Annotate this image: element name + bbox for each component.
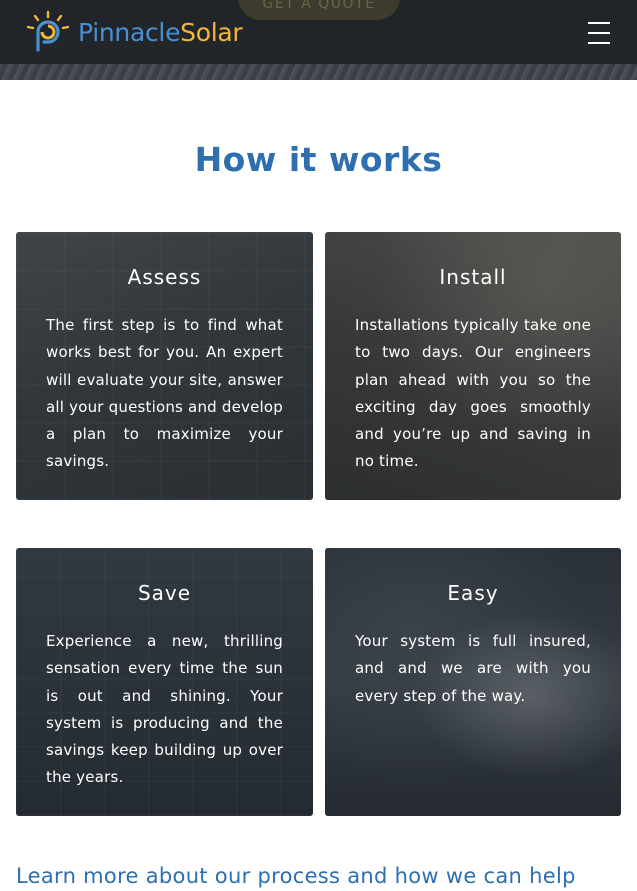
card-install: Install Installations typically take one… [325,232,621,500]
brand-logo[interactable]: PinnacleSolar [26,10,243,54]
hero-image-strip [0,64,637,80]
card-title: Assess [127,265,202,289]
card-text: Installations typically take one to two … [355,316,591,471]
sun-logo-icon [26,10,70,54]
card-title: Easy [447,581,499,605]
card-save: Save Experience a new, thrilling sensati… [16,548,313,816]
card-text: The first step is to find what works bes… [46,316,283,471]
menu-line [588,42,610,44]
menu-line [588,22,610,24]
section-title: How it works [194,140,443,179]
get-quote-button[interactable]: GET A QUOTE [238,0,400,20]
menu-line [588,32,610,34]
hamburger-menu-icon[interactable] [586,22,612,44]
card-easy: Easy Your system is full insured, and an… [325,548,621,816]
site-header: GET A QUOTE PinnacleSolar [0,0,637,80]
brand-name-part-2: Solar [180,17,243,47]
card-text: Your system is full insured, and and we … [355,632,591,705]
brand-name: PinnacleSolar [78,17,243,47]
card-assess: Assess The first step is to find what wo… [16,232,313,500]
learn-more-link[interactable]: Learn more about our process and how we … [16,864,576,888]
card-text: Experience a new, thrilling sensation ev… [46,632,283,787]
card-title: Install [439,265,507,289]
card-title: Save [137,581,192,605]
brand-name-part-1: Pinnacle [78,17,181,47]
